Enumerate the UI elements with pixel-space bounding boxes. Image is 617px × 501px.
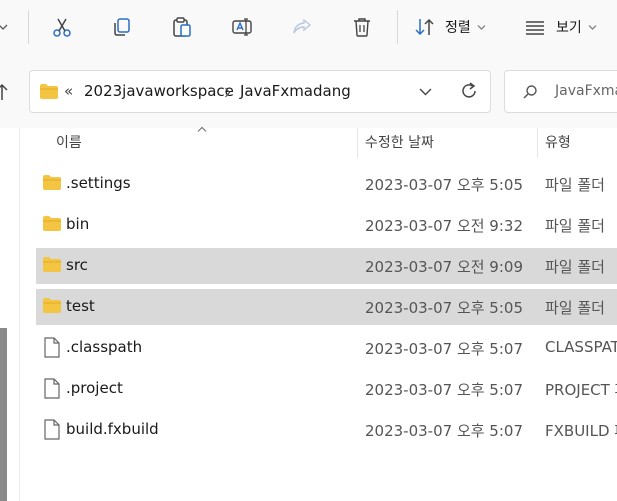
toolbar-divider <box>28 10 29 44</box>
file-name: build.fxbuild <box>66 420 159 438</box>
file-date: 2023-03-07 오후 5:07 <box>365 381 523 399</box>
file-date: 2023-03-07 오전 9:09 <box>365 258 523 276</box>
file-name: test <box>66 297 95 315</box>
file-date: 2023-03-07 오전 9:32 <box>365 217 523 235</box>
copy-icon <box>114 18 130 36</box>
share-button[interactable] <box>286 12 318 42</box>
up-button[interactable] <box>0 82 8 106</box>
command-bar: 정렬 보기 <box>0 0 617 55</box>
file-row-project[interactable]: .project 2023-03-07 오후 5:07 PROJECT 파 <box>36 371 617 407</box>
paste-button[interactable] <box>166 12 198 42</box>
new-dropdown-button[interactable] <box>0 12 10 42</box>
delete-button[interactable] <box>346 12 378 42</box>
document-icon <box>44 419 60 440</box>
breadcrumb-overflow[interactable]: « <box>64 82 73 100</box>
arrow-up-icon <box>0 83 8 100</box>
file-row-bin[interactable]: bin 2023-03-07 오전 9:32 파일 폴더 <box>36 207 617 243</box>
rename-icon <box>232 18 252 36</box>
column-header-name[interactable]: 이름 <box>56 132 82 152</box>
breadcrumb-2023javaworkspace[interactable]: 2023javaworkspace <box>84 82 234 100</box>
view-label: 보기 <box>556 20 582 36</box>
chevron-down-icon <box>588 24 597 30</box>
file-row-settings[interactable]: .settings 2023-03-07 오후 5:05 파일 폴더 <box>36 166 617 202</box>
file-row-build-fxbuild[interactable]: build.fxbuild 2023-03-07 오후 5:07 FXBUILD… <box>36 412 617 448</box>
scissors-icon <box>53 18 71 37</box>
file-row-test[interactable]: test 2023-03-07 오후 5:05 파일 폴더 <box>36 289 617 325</box>
file-name: src <box>66 256 88 274</box>
file-date: 2023-03-07 오후 5:07 <box>365 340 523 358</box>
chevron-down-icon <box>477 24 486 30</box>
trash-icon <box>354 18 370 37</box>
folder-icon <box>43 175 61 190</box>
toolbar-divider <box>397 10 398 44</box>
folder-icon <box>43 257 61 272</box>
file-name: .classpath <box>66 338 143 356</box>
navigation-scrollbar[interactable] <box>0 328 7 501</box>
folder-icon <box>43 298 61 313</box>
search-placeholder: JavaFxma <box>555 83 617 99</box>
refresh-icon[interactable] <box>459 81 479 101</box>
share-icon <box>293 18 312 34</box>
rename-button[interactable] <box>226 12 258 42</box>
chevron-down-icon[interactable] <box>419 88 432 96</box>
file-row-classpath[interactable]: .classpath 2023-03-07 오후 5:07 CLASSPATH <box>36 330 617 366</box>
address-bar[interactable]: « 2023javaworkspace JavaFxmadang <box>29 70 491 113</box>
search-box[interactable]: JavaFxma <box>504 70 617 113</box>
view-list-icon <box>526 21 544 35</box>
copy-button[interactable] <box>106 12 138 42</box>
file-type: CLASSPATH <box>545 338 617 356</box>
file-date: 2023-03-07 오후 5:05 <box>365 299 523 317</box>
sort-label: 정렬 <box>445 20 471 36</box>
cut-button[interactable] <box>46 12 78 42</box>
sort-ascending-icon <box>197 126 207 132</box>
file-name: bin <box>66 215 90 233</box>
file-row-src[interactable]: src 2023-03-07 오전 9:09 파일 폴더 <box>36 248 617 284</box>
column-divider[interactable] <box>537 128 538 158</box>
search-icon <box>523 85 537 99</box>
file-name: .settings <box>66 174 131 192</box>
sort-icon <box>415 18 434 36</box>
column-header-type[interactable]: 유형 <box>545 132 571 152</box>
file-type: 파일 폴더 <box>545 217 605 235</box>
file-name: .project <box>66 379 123 397</box>
file-date: 2023-03-07 오후 5:05 <box>365 176 523 194</box>
folder-icon <box>43 216 61 231</box>
file-type: PROJECT 파 <box>545 381 617 399</box>
file-date: 2023-03-07 오후 5:07 <box>365 422 523 440</box>
chevron-down-icon <box>0 24 8 30</box>
column-divider[interactable] <box>357 128 358 158</box>
chevron-right-icon <box>225 87 231 98</box>
sort-button[interactable]: 정렬 <box>414 12 494 42</box>
breadcrumb-javafxmadang[interactable]: JavaFxmadang <box>240 82 351 100</box>
column-header-date[interactable]: 수정한 날짜 <box>365 132 434 152</box>
document-icon <box>44 337 60 358</box>
clipboard-icon <box>173 17 191 37</box>
column-header: 이름 수정한 날짜 유형 <box>20 126 617 160</box>
document-icon <box>44 378 60 399</box>
file-type: 파일 폴더 <box>545 299 605 317</box>
file-type: 파일 폴더 <box>545 176 605 194</box>
view-button[interactable]: 보기 <box>524 12 606 42</box>
file-type: 파일 폴더 <box>545 258 605 276</box>
folder-icon <box>40 84 58 99</box>
file-type: FXBUILD 파 <box>545 422 617 440</box>
